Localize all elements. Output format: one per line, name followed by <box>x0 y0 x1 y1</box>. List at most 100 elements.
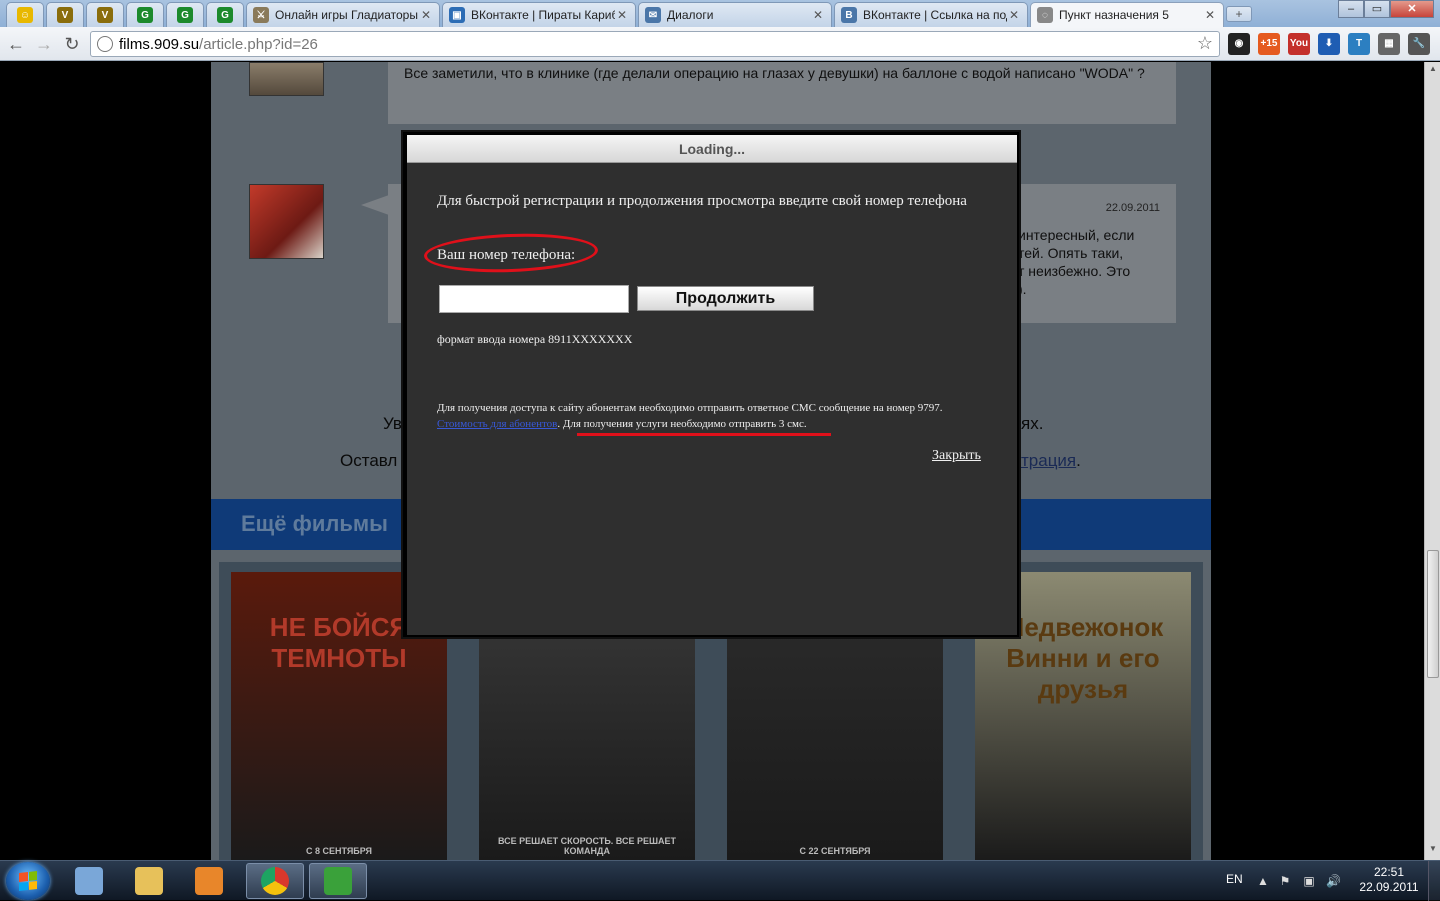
v-logo-icon: V <box>57 7 73 23</box>
comment-line: интересный, если <box>1018 227 1135 243</box>
start-button[interactable] <box>6 862 50 900</box>
media-player-app-icon <box>195 867 223 895</box>
tab-strip: ☺ V V G G G ⚔ Онлайн игры Гладиаторы ✕ ▣ ВКонтакте… <box>0 0 1440 27</box>
page-info-icon[interactable] <box>97 36 113 52</box>
close-link[interactable]: Закрыть <box>932 448 981 464</box>
tab-title: Диалоги <box>667 8 714 22</box>
close-window-button[interactable]: ✕ <box>1390 0 1434 18</box>
reload-button[interactable]: ↻ <box>60 32 84 56</box>
taskbar-app[interactable] <box>120 863 178 899</box>
tab-close-icon[interactable]: ✕ <box>1203 8 1217 22</box>
clock-time: 22:51 <box>1373 865 1405 879</box>
phone-label: Ваш номер телефона: <box>437 247 576 263</box>
flower-app-icon <box>324 867 352 895</box>
comment-text: Все заметили, что в клинике (где делали … <box>404 65 1145 81</box>
g-logo-icon: G <box>217 7 233 23</box>
sms-terms-note: Для получения доступа к сайту абонентам … <box>437 402 943 430</box>
browser-tab[interactable]: В ВКонтакте | Ссылка на под ✕ <box>834 2 1028 27</box>
browser-tab[interactable]: ✉ Диалоги ✕ <box>638 2 832 27</box>
vk-icon: В <box>841 7 857 23</box>
tab-title: Пункт назначения 5 <box>1059 8 1169 22</box>
poster-subtitle: С 8 СЕНТЯБРЯ <box>305 846 373 856</box>
wrench-icon[interactable]: 🔧 <box>1408 33 1430 55</box>
windows-logo-icon <box>19 871 37 891</box>
tab-close-icon[interactable]: ✕ <box>615 8 629 22</box>
pinned-tab[interactable]: V <box>46 2 84 27</box>
poster-subtitle: ВСЕ РЕШАЕТ СКОРОСТЬ. ВСЕ РЕШАЕТ КОМАНДА <box>497 836 677 856</box>
tab-title: ВКонтакте | Ссылка на под <box>863 8 1007 22</box>
pricing-link[interactable]: Стоимость для абонентов <box>437 418 557 430</box>
show-desktop-button[interactable] <box>1428 861 1440 901</box>
clock[interactable]: 22:51 22.09.2011 <box>1354 865 1424 895</box>
info-text: ях. <box>1021 414 1044 433</box>
avatar[interactable] <box>249 184 324 259</box>
taskbar-app[interactable] <box>60 863 118 899</box>
info-text: Оставл <box>340 451 398 470</box>
network-icon[interactable]: ▣ <box>1302 874 1316 888</box>
comment-line: т неизбежно. Это <box>1018 263 1131 279</box>
taskbar-app[interactable] <box>180 863 238 899</box>
g-logo-icon: G <box>137 7 153 23</box>
vk-page-icon: ▣ <box>449 7 465 23</box>
clock-date: 22.09.2011 <box>1359 880 1419 894</box>
registration-link[interactable]: трация <box>1021 451 1076 470</box>
weather-extension-icon[interactable]: +15 <box>1258 33 1280 55</box>
camera-extension-icon[interactable]: ◉ <box>1228 33 1250 55</box>
url-path: /article.php?id=26 <box>199 35 318 53</box>
modal-header: Loading... <box>407 135 1017 163</box>
translate-extension-icon[interactable]: T <box>1348 33 1370 55</box>
grid-extension-icon[interactable]: ▦ <box>1378 33 1400 55</box>
comment-card: Все заметили, что в клинике (где делали … <box>388 62 1176 124</box>
page-viewport: Все заметили, что в клинике (где делали … <box>0 62 1424 860</box>
calculator-app-icon <box>75 867 103 895</box>
phone-input[interactable] <box>439 285 629 313</box>
browser-tab[interactable]: ◌ Пункт назначения 5 ✕ <box>1030 2 1224 27</box>
address-bar[interactable]: films.909.su/article.php?id=26 ☆ <box>90 31 1220 57</box>
action-center-icon[interactable]: ⚑ <box>1278 874 1292 888</box>
v-logo-icon: V <box>97 7 113 23</box>
maximize-button[interactable]: ▭ <box>1364 0 1390 18</box>
red-highlight-underline <box>577 433 831 436</box>
avatar[interactable] <box>249 62 324 96</box>
taskbar-app[interactable] <box>246 863 304 899</box>
scroll-up-icon[interactable]: ▲ <box>1425 64 1440 78</box>
tab-title: ВКонтакте | Пираты Кариб <box>471 8 615 22</box>
g-logo-icon: G <box>177 7 193 23</box>
poster-subtitle: С 22 СЕНТЯБРЯ <box>799 846 871 856</box>
pinned-tab[interactable]: G <box>126 2 164 27</box>
browser-tab[interactable]: ⚔ Онлайн игры Гладиаторы ✕ <box>246 2 440 27</box>
comment-date: 22.09.2011 <box>1105 202 1160 214</box>
sms-registration-modal: Loading... Для быстрой регистрации и про… <box>401 130 1021 639</box>
pinned-tab[interactable]: G <box>206 2 244 27</box>
language-indicator[interactable]: EN <box>1226 872 1243 886</box>
dialog-icon: ✉ <box>645 7 661 23</box>
page-scrollbar[interactable]: ▲ ▼ <box>1424 62 1440 860</box>
forward-button[interactable]: → <box>32 32 56 56</box>
comment-line: тей. Опять таки, <box>1018 245 1124 261</box>
continue-button[interactable]: Продолжить <box>637 286 814 311</box>
back-button[interactable]: ← <box>4 32 28 56</box>
tab-close-icon[interactable]: ✕ <box>1007 8 1021 22</box>
pinned-tab[interactable]: ☺ <box>6 2 44 27</box>
comment-text: интересный, если тей. Опять таки, т неизбе… <box>1018 226 1168 298</box>
pinned-tab[interactable]: G <box>166 2 204 27</box>
bookmark-star-icon[interactable]: ☆ <box>1197 33 1213 54</box>
explorer-app-icon <box>135 867 163 895</box>
tab-close-icon[interactable]: ✕ <box>419 8 433 22</box>
scroll-thumb[interactable] <box>1427 550 1439 678</box>
new-tab-button[interactable]: + <box>1226 6 1252 22</box>
download-extension-icon[interactable]: ⬇ <box>1318 33 1340 55</box>
tab-close-icon[interactable]: ✕ <box>811 8 825 22</box>
smiley-icon: ☺ <box>17 7 33 23</box>
tray-expand-icon[interactable]: ▲ <box>1256 874 1270 888</box>
window-controls: – ▭ ✕ <box>1338 0 1434 18</box>
minimize-button[interactable]: – <box>1338 0 1364 18</box>
volume-icon[interactable]: 🔊 <box>1326 874 1341 888</box>
scroll-down-icon[interactable]: ▼ <box>1425 844 1440 858</box>
chrome-app-icon <box>261 867 289 895</box>
url-host: films.909.su <box>119 35 200 53</box>
browser-tab[interactable]: ▣ ВКонтакте | Пираты Кариб ✕ <box>442 2 636 27</box>
pinned-tab[interactable]: V <box>86 2 124 27</box>
youtube-extension-icon[interactable]: You <box>1288 33 1310 55</box>
taskbar-app[interactable] <box>309 863 367 899</box>
